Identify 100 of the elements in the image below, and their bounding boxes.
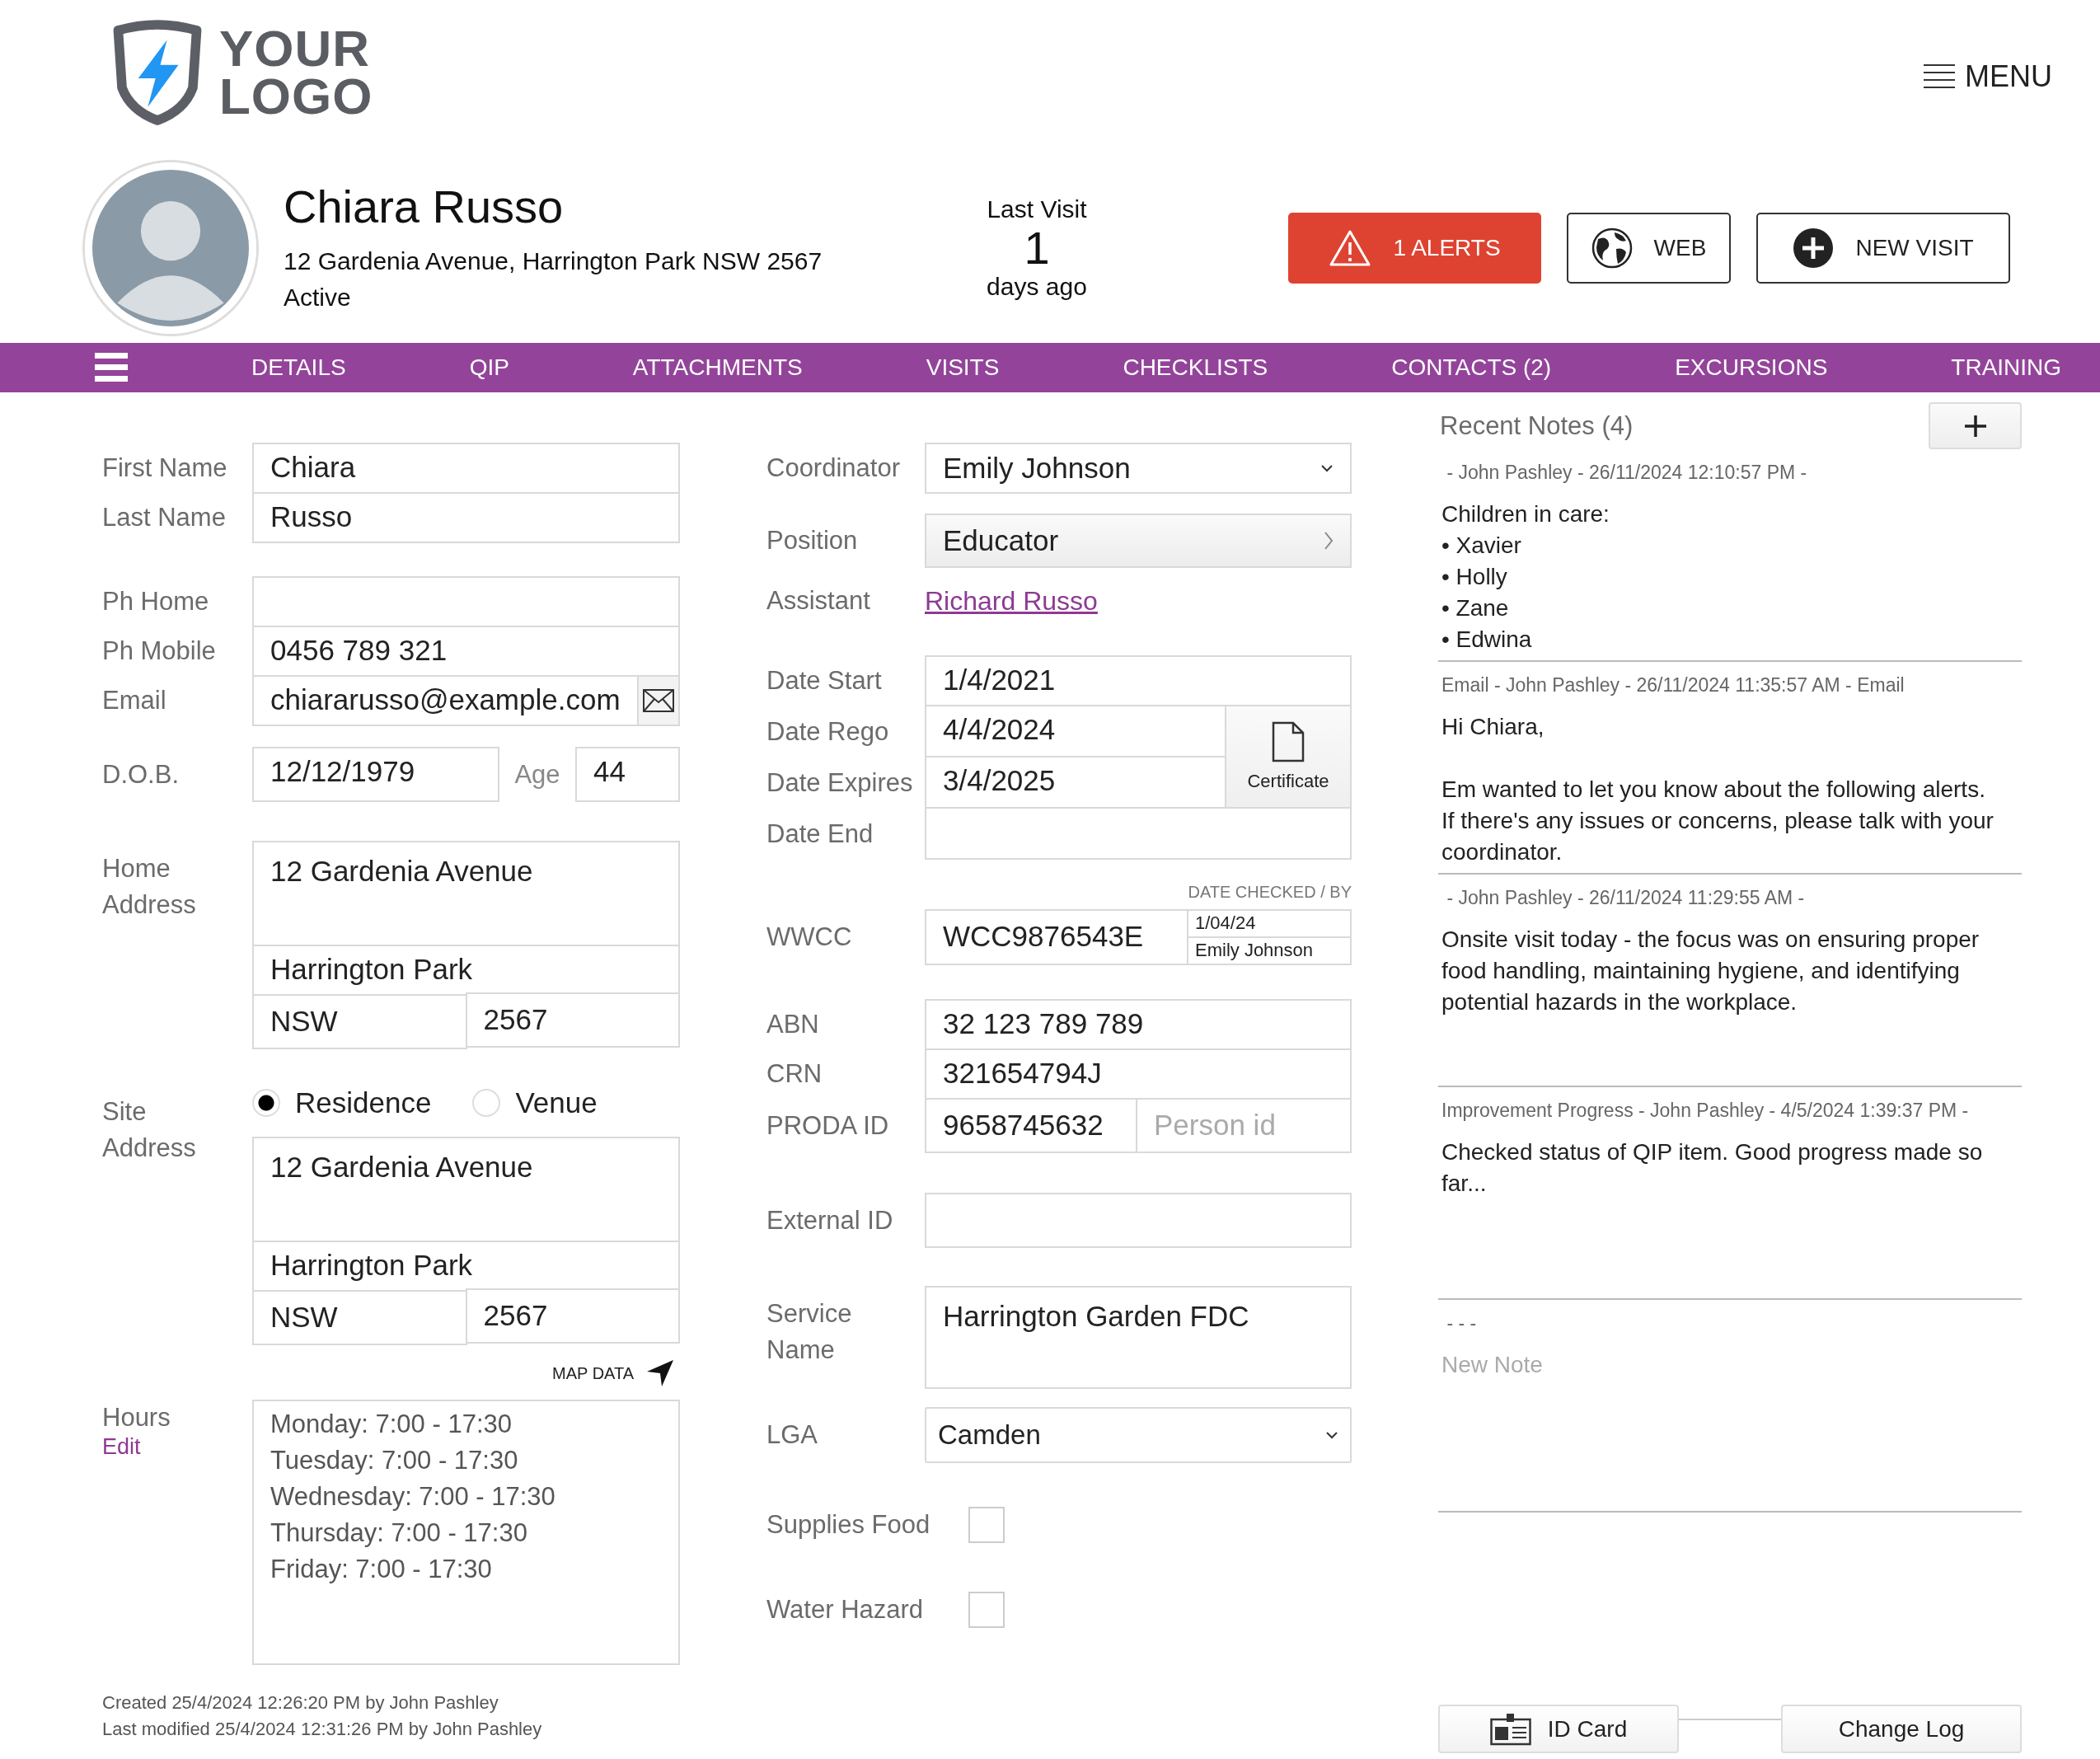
client-name: Chiara Russo (284, 180, 565, 233)
note-meta: - John Pashley - 26/11/2024 11:29:55 AM - (1446, 886, 1806, 910)
logo-text: YOUR (219, 24, 372, 73)
postcode-field[interactable]: 2567 (465, 992, 680, 1048)
age-field[interactable]: 44 (575, 747, 680, 802)
wwcc-field[interactable]: WCC9876543E (925, 909, 1188, 965)
notes-title: Recent Notes (4) (1439, 410, 1634, 441)
service-name-field[interactable]: Harrington Garden FDC (925, 1286, 1352, 1389)
change-log-button[interactable]: Change Log (1781, 1705, 2022, 1753)
note-text: Checked status of QIP item. Good progress made so far... (1441, 1138, 1984, 1198)
nav-tab[interactable]: DETAILS (251, 354, 346, 381)
plus-circle-icon (1793, 227, 1835, 269)
checkbox[interactable] (968, 1507, 1005, 1543)
field-label: ABN (766, 1010, 820, 1039)
note-meta: - - - (1446, 1311, 1478, 1335)
checked-by-field[interactable]: Emily Johnson (1187, 936, 1352, 965)
field-label: Service Name (766, 1298, 853, 1366)
field-label: Age (513, 759, 561, 790)
text-field[interactable]: Chiara (252, 443, 680, 494)
id-field[interactable]: 32 123 789 789 (925, 999, 1352, 1050)
menu-button[interactable] (95, 353, 128, 382)
field-label: Date End (766, 819, 874, 849)
field-label: Date Rego (766, 717, 890, 747)
field-label: External ID (766, 1205, 894, 1236)
lga-dropdown[interactable]: Camden (925, 1407, 1352, 1463)
chevron-down-icon (1320, 464, 1334, 472)
edit-link[interactable]: Edit (102, 1434, 252, 1460)
chevron-right-icon (1324, 531, 1334, 551)
radio-option[interactable]: Residence (252, 1086, 432, 1119)
nav-tab[interactable]: QIP (469, 354, 509, 381)
assistant-link[interactable]: Richard Russo (925, 585, 1098, 617)
id-field[interactable]: 321654794J (925, 1048, 1352, 1100)
nav-tab[interactable]: TRAINING (1951, 354, 2062, 381)
postcode-field[interactable]: 2567 (465, 1288, 680, 1344)
date-field[interactable]: 12/12/1979 (252, 747, 499, 802)
last-visit-unit: days ago (986, 272, 1088, 301)
field-label: LGA (766, 1420, 819, 1450)
radio-option[interactable]: Venue (472, 1086, 598, 1119)
suburb-field[interactable]: Harrington Park (252, 1241, 680, 1292)
last-visit-label: Last Visit (986, 195, 1088, 223)
field-label: Position (766, 526, 859, 556)
nav-tab[interactable]: EXCURSIONS (1675, 354, 1828, 381)
coordinator-dropdown[interactable]: Emily Johnson (925, 443, 1352, 494)
logo-text: LOGO (219, 72, 373, 120)
modified-info: Last modified 25/4/2024 12:31:26 PM by John Pashley (102, 1718, 543, 1741)
navigation-arrow-icon (645, 1358, 675, 1388)
checkbox[interactable] (968, 1592, 1005, 1628)
web-button[interactable]: WEB (1567, 212, 1731, 284)
column-header: DATE CHECKED / BY (1187, 883, 1352, 903)
date-field[interactable] (925, 807, 1352, 860)
field-label: Site Address (102, 1096, 197, 1164)
field-label: Hours (102, 1403, 171, 1433)
suburb-field[interactable]: Harrington Park (252, 945, 680, 996)
note-text: Children in care: • Xavier • Holly • Zane • Edwina (1441, 500, 1610, 654)
menu-button[interactable]: MENU (1924, 59, 2052, 94)
position-selector[interactable]: Educator (925, 514, 1352, 568)
id-card-button[interactable]: ID Card (1438, 1705, 1679, 1753)
last-visit-count: 1 (1023, 223, 1051, 273)
created-info: Created 25/4/2024 12:26:20 PM by John Pashley (102, 1691, 499, 1714)
field-label: Ph Mobile (102, 636, 217, 666)
hours-field[interactable]: Monday: 7:00 - 17:30 Tuesday: 7:00 - 17:30 Wednesday: 7:00 - 17:30 Thursday: 7:00 - 17:30 Friday: 7:00 - 17:30 (252, 1400, 680, 1665)
state-field[interactable]: NSW (252, 1290, 467, 1345)
nav-tab[interactable]: ATTACHMENTS (632, 354, 803, 381)
nav-tab[interactable]: VISITS (926, 354, 1000, 381)
chevron-down-icon (1325, 1431, 1338, 1439)
field-label: PRODA ID (766, 1110, 890, 1141)
add-note-button[interactable] (1929, 402, 2022, 449)
text-field[interactable]: Russo (252, 492, 680, 543)
field-label: CRN (766, 1059, 823, 1089)
id-field[interactable]: 9658745632 (925, 1098, 1137, 1153)
client-status: Active (284, 283, 352, 312)
certificate-button[interactable]: Certificate (1225, 705, 1352, 809)
street-field[interactable]: 12 Gardenia Avenue (252, 1137, 680, 1242)
document-icon (1272, 721, 1305, 762)
field-label: Water Hazard (766, 1595, 925, 1625)
street-field[interactable]: 12 Gardenia Avenue (252, 841, 680, 946)
phone-field[interactable] (252, 576, 680, 627)
field-label: Email (102, 686, 167, 715)
date-field[interactable]: 1/4/2021 (925, 655, 1352, 706)
field-label: WWCC (766, 922, 853, 952)
map-data-button[interactable]: MAP DATA (552, 1358, 680, 1388)
state-field[interactable]: NSW (252, 994, 467, 1049)
field-label: Ph Home (102, 587, 210, 617)
note-text: Hi Chiara, Em wanted to let you know about the following alerts. If there's any issues or concerns, please talk with your coordinator. (1441, 713, 1995, 866)
person-silhouette-icon (92, 169, 249, 326)
text-field[interactable] (925, 1193, 1352, 1248)
globe-icon (1591, 227, 1633, 269)
field-label: Date Expires (766, 768, 914, 798)
field-label: First Name (102, 453, 228, 483)
note-meta: Improvement Progress - John Pashley - 4/5/2024 1:39:37 PM - (1441, 1099, 1970, 1123)
nav-tab[interactable]: CONTACTS (2) (1391, 354, 1552, 381)
date-checked-field[interactable]: 1/04/24 (1187, 909, 1352, 938)
menu-icon (95, 353, 128, 382)
phone-field[interactable]: 0456 789 321 (252, 626, 680, 677)
note-meta: - John Pashley - 26/11/2024 12:10:57 PM - (1446, 461, 1808, 485)
field-label: Coordinator (766, 453, 901, 483)
new-visit-button[interactable]: NEW VISIT (1756, 212, 2010, 284)
alerts-button[interactable]: 1 ALERTS (1288, 212, 1541, 284)
nav-tab[interactable]: CHECKLISTS (1123, 354, 1268, 381)
plus-icon (1962, 413, 1988, 439)
